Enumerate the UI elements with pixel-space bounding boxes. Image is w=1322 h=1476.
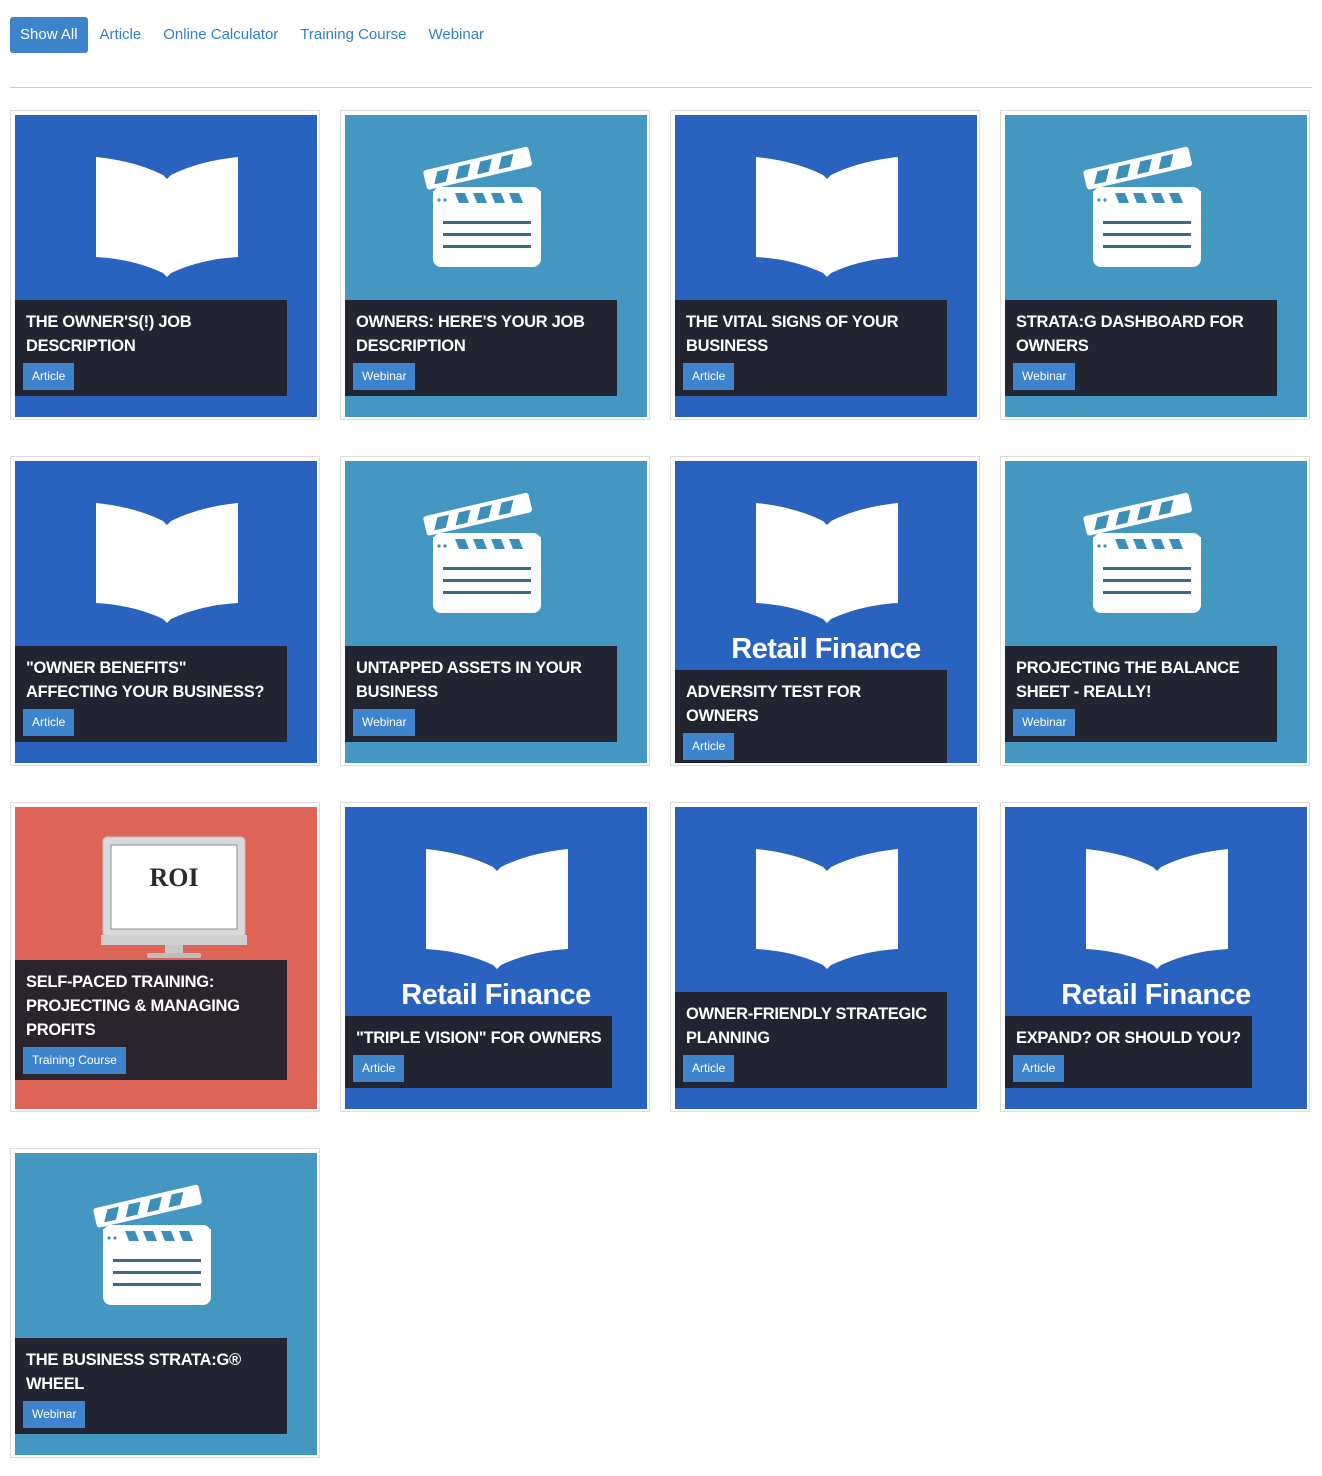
- resource-card[interactable]: Retail Finance "Triple Vision" For Owners…: [340, 802, 650, 1112]
- clapperboard-icon: [423, 146, 541, 267]
- card-title[interactable]: Projecting The Balance Sheet - Really!: [1016, 656, 1266, 704]
- category-tag[interactable]: Article: [683, 733, 735, 760]
- clapperboard-icon: [423, 492, 541, 613]
- card-caption-overlay: Self-Paced Training: Projecting & Managi…: [15, 960, 287, 1080]
- filter-bar: Show All Article Online Calculator Train…: [10, 17, 496, 53]
- card-thumbnail: Retail Finance Adversity Test For Owners A…: [675, 461, 977, 763]
- card-caption-overlay: Adversity Test For Owners Article: [675, 670, 947, 763]
- card-thumbnail: The Business Strata:G® Wheel Webinar: [15, 1153, 317, 1455]
- category-tag[interactable]: Webinar: [353, 709, 416, 736]
- card-caption-overlay: "Triple Vision" For Owners Article: [345, 1016, 613, 1088]
- resource-card[interactable]: The Vital Signs Of Your Business Article: [670, 110, 980, 420]
- card-caption-overlay: Owner-Friendly Strategic Planning Article: [675, 992, 947, 1088]
- card-thumbnail: Retail Finance Expand? Or Should You? Arti…: [1005, 807, 1307, 1109]
- card-thumbnail: The Vital Signs Of Your Business Article: [675, 115, 977, 417]
- card-caption-overlay: Untapped Assets In Your Business Webinar: [345, 646, 617, 742]
- resource-card[interactable]: ROI Self-Paced Training: Projecting & Man…: [10, 802, 320, 1112]
- open-book-icon: [96, 503, 238, 623]
- card-thumbnail: Owners: Here'S Your Job Description Webin…: [345, 115, 647, 417]
- open-book-icon: [96, 157, 238, 277]
- card-caption-overlay: Strata:G Dashboard For Owners Webinar: [1005, 300, 1277, 396]
- card-thumbnail: Projecting The Balance Sheet - Really! We…: [1005, 461, 1307, 763]
- resource-card[interactable]: The Owner'S(!) Job Description Article: [10, 110, 320, 420]
- thumbnail-caption: Retail Finance: [1061, 979, 1251, 1011]
- thumbnail-caption: Retail Finance: [731, 633, 921, 665]
- category-tag[interactable]: Article: [23, 363, 75, 390]
- resource-card[interactable]: The Business Strata:G® Wheel Webinar: [10, 1148, 320, 1458]
- open-book-icon: [756, 157, 898, 277]
- card-thumbnail: Strata:G Dashboard For Owners Webinar: [1005, 115, 1307, 417]
- resource-card[interactable]: Retail Finance Expand? Or Should You? Arti…: [1000, 802, 1310, 1112]
- card-title[interactable]: The Vital Signs Of Your Business: [686, 310, 936, 358]
- category-tag[interactable]: Article: [1013, 1055, 1065, 1082]
- monitor-screen-text: ROI: [149, 863, 199, 892]
- card-thumbnail: Retail Finance "Triple Vision" For Owners…: [345, 807, 647, 1109]
- open-book-icon: [756, 503, 898, 623]
- resource-card[interactable]: Owners: Here'S Your Job Description Webin…: [340, 110, 650, 420]
- filter-show-all[interactable]: Show All: [10, 17, 88, 53]
- card-caption-overlay: Owners: Here'S Your Job Description Webin…: [345, 300, 617, 396]
- category-tag[interactable]: Training Course: [23, 1047, 126, 1074]
- card-title[interactable]: Expand? Or Should You?: [1016, 1026, 1241, 1050]
- filter-article[interactable]: Article: [90, 17, 152, 53]
- open-book-icon: [1086, 849, 1228, 969]
- monitor-icon: [101, 836, 247, 958]
- open-book-icon: [756, 849, 898, 969]
- card-thumbnail: Untapped Assets In Your Business Webinar: [345, 461, 647, 763]
- card-caption-overlay: "Owner Benefits" Affecting Your Business…: [15, 646, 287, 742]
- thumbnail-caption: Retail Finance: [401, 979, 591, 1011]
- open-book-icon: [426, 849, 568, 969]
- category-tag[interactable]: Webinar: [1013, 363, 1076, 390]
- card-title[interactable]: "Owner Benefits" Affecting Your Business…: [26, 656, 276, 704]
- filter-training-course[interactable]: Training Course: [290, 17, 416, 53]
- card-caption-overlay: Expand? Or Should You? Article: [1005, 1016, 1252, 1088]
- card-thumbnail: Owner-Friendly Strategic Planning Article: [675, 807, 977, 1109]
- card-title[interactable]: The Owner'S(!) Job Description: [26, 310, 276, 358]
- card-title[interactable]: Adversity Test For Owners: [686, 680, 936, 728]
- card-title[interactable]: Owner-Friendly Strategic Planning: [686, 1002, 936, 1050]
- card-title[interactable]: Owners: Here'S Your Job Description: [356, 310, 606, 358]
- card-title[interactable]: "Triple Vision" For Owners: [356, 1026, 602, 1050]
- category-tag[interactable]: Article: [23, 709, 75, 736]
- card-caption-overlay: The Vital Signs Of Your Business Article: [675, 300, 947, 396]
- resource-card[interactable]: Untapped Assets In Your Business Webinar: [340, 456, 650, 766]
- category-tag[interactable]: Webinar: [353, 363, 416, 390]
- card-title[interactable]: The Business Strata:G® Wheel: [26, 1348, 276, 1396]
- clapperboard-icon: [1083, 492, 1201, 613]
- category-tag[interactable]: Article: [353, 1055, 405, 1082]
- card-thumbnail: The Owner'S(!) Job Description Article: [15, 115, 317, 417]
- clapperboard-icon: [1083, 146, 1201, 267]
- category-tag[interactable]: Article: [683, 1055, 735, 1082]
- resource-card[interactable]: Projecting The Balance Sheet - Really! We…: [1000, 456, 1310, 766]
- filter-divider: [10, 87, 1312, 88]
- category-tag[interactable]: Article: [683, 363, 735, 390]
- clapperboard-icon: [93, 1184, 211, 1305]
- resource-card[interactable]: Retail Finance Adversity Test For Owners A…: [670, 456, 980, 766]
- card-thumbnail: ROI Self-Paced Training: Projecting & Man…: [15, 807, 317, 1109]
- resource-card[interactable]: Owner-Friendly Strategic Planning Article: [670, 802, 980, 1112]
- resource-card[interactable]: Strata:G Dashboard For Owners Webinar: [1000, 110, 1310, 420]
- card-title[interactable]: Strata:G Dashboard For Owners: [1016, 310, 1266, 358]
- filter-online-calculator[interactable]: Online Calculator: [153, 17, 288, 53]
- card-title[interactable]: Self-Paced Training: Projecting & Managi…: [26, 970, 276, 1042]
- card-caption-overlay: The Business Strata:G® Wheel Webinar: [15, 1338, 287, 1434]
- card-title[interactable]: Untapped Assets In Your Business: [356, 656, 606, 704]
- resource-card[interactable]: "Owner Benefits" Affecting Your Business…: [10, 456, 320, 766]
- card-caption-overlay: The Owner'S(!) Job Description Article: [15, 300, 287, 396]
- category-tag[interactable]: Webinar: [23, 1401, 86, 1428]
- card-thumbnail: "Owner Benefits" Affecting Your Business…: [15, 461, 317, 763]
- card-caption-overlay: Projecting The Balance Sheet - Really! We…: [1005, 646, 1277, 742]
- category-tag[interactable]: Webinar: [1013, 709, 1076, 736]
- filter-webinar[interactable]: Webinar: [418, 17, 494, 53]
